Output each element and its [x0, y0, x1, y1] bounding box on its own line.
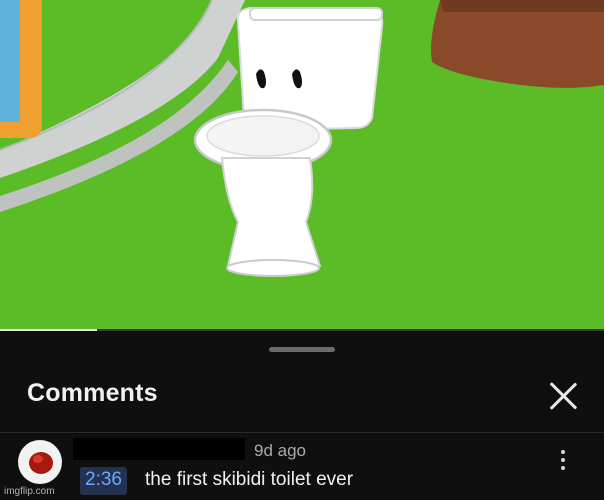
video-progress-bar[interactable]: [0, 329, 604, 331]
more-vertical-icon[interactable]: [552, 446, 574, 474]
avatar[interactable]: [18, 440, 62, 484]
comments-title: Comments: [27, 379, 158, 407]
comment-time-ago: 9d ago: [254, 441, 306, 460]
comments-sheet: Comments 9d ago 2:36 the first skibidi t…: [0, 332, 604, 500]
comment-item: 9d ago 2:36 the first skibidi toilet eve…: [0, 433, 604, 500]
author-name-redacted: [73, 438, 245, 460]
drag-handle[interactable]: [269, 347, 335, 352]
close-icon[interactable]: [543, 376, 583, 416]
video-frame-illustration: [0, 0, 604, 331]
timestamp-link[interactable]: 2:36: [80, 467, 127, 495]
screenshot-frame: Comments 9d ago 2:36 the first skibidi t…: [0, 0, 604, 500]
imgflip-watermark: imgflip.com: [4, 486, 55, 497]
comment-text: the first skibidi toilet ever: [145, 469, 354, 490]
video-progress-fill: [0, 329, 97, 331]
video-player[interactable]: [0, 0, 604, 331]
